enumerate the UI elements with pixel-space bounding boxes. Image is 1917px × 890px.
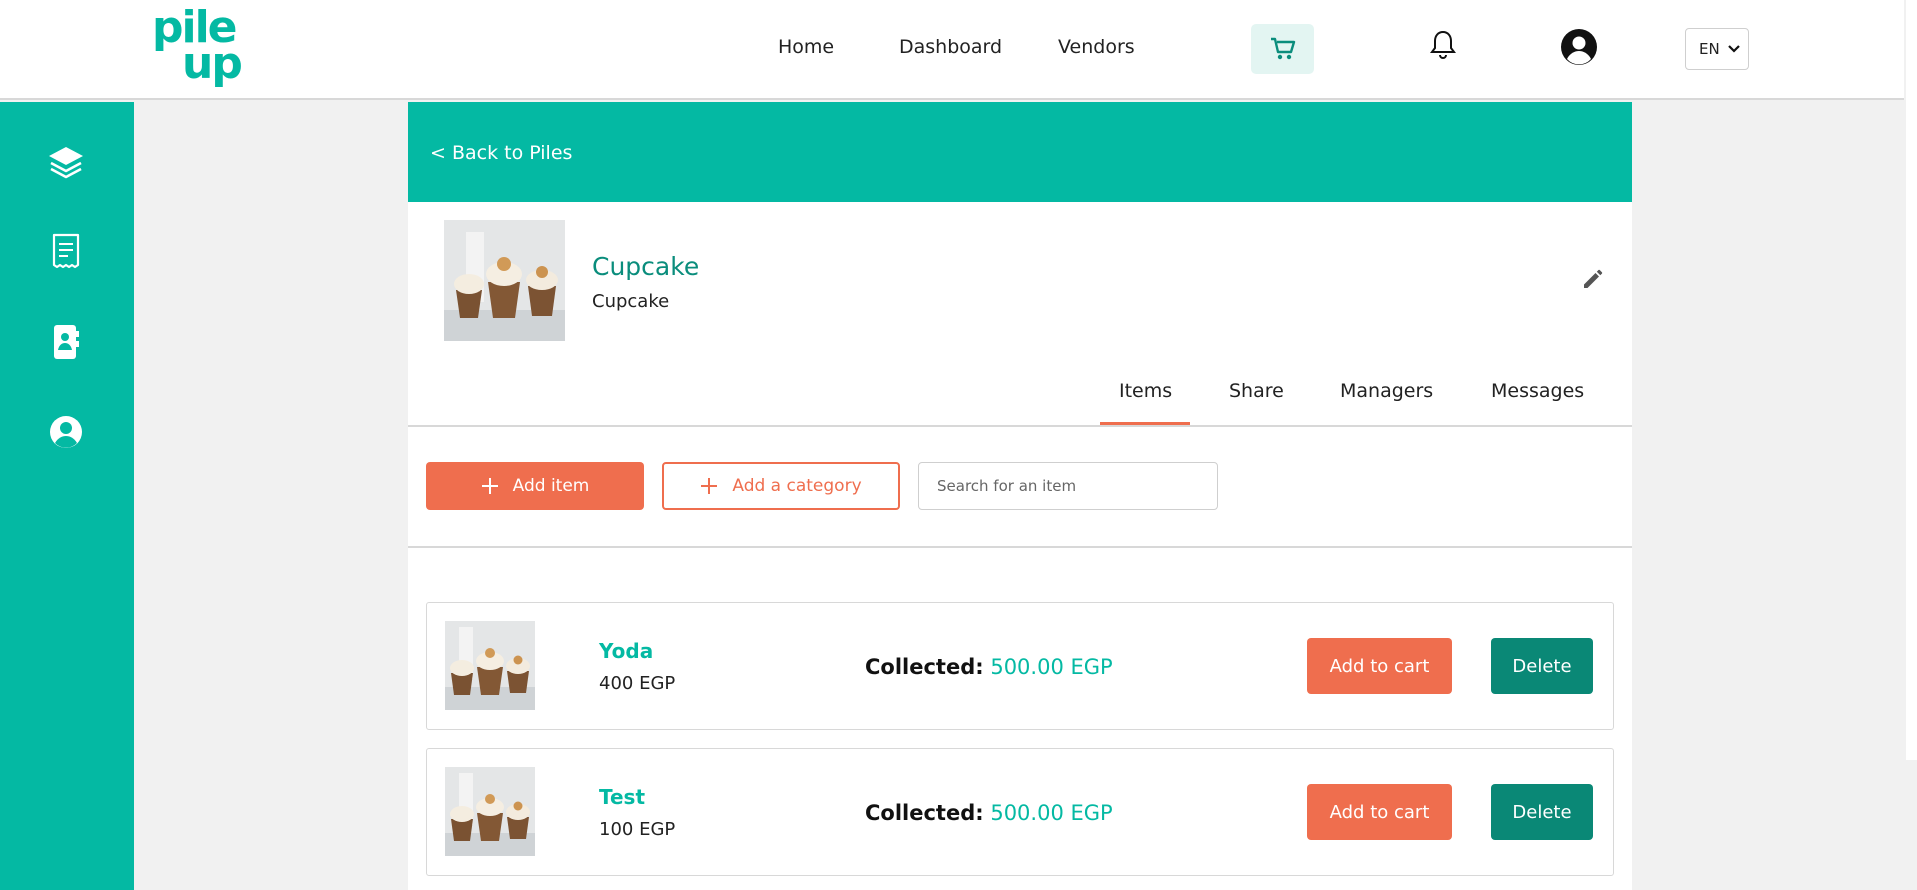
item-image [445, 767, 535, 856]
notifications-button[interactable] [1428, 28, 1458, 62]
item-name[interactable]: Test [599, 785, 645, 809]
back-to-piles-link[interactable]: < Back to Piles [430, 142, 572, 164]
delete-button[interactable]: Delete [1491, 784, 1593, 840]
item-image [445, 621, 535, 710]
item-price: 100 EGP [599, 819, 676, 840]
item-collected: Collected: 500.00 EGP [865, 801, 1113, 825]
nav-dashboard[interactable]: Dashboard [899, 36, 1002, 58]
collected-value: 500.00 EGP [990, 655, 1113, 679]
add-item-label: Add item [512, 476, 590, 496]
list-item: Test 100 EGP Collected: 500.00 EGP Add t… [426, 748, 1614, 876]
collected-value: 500.00 EGP [990, 801, 1113, 825]
contacts-book-icon [54, 325, 79, 359]
sidebar-item-orders[interactable] [44, 230, 88, 274]
top-navbar: pile up Home Dashboard Vendors EN [0, 0, 1904, 100]
pileup-logo[interactable]: pile up [152, 5, 252, 89]
add-category-button[interactable]: Add a category [662, 462, 900, 510]
sidebar-item-contacts[interactable] [44, 320, 88, 364]
plus-icon [701, 478, 718, 494]
item-price: 400 EGP [599, 673, 676, 694]
account-button[interactable] [1560, 28, 1598, 66]
user-circle-icon [50, 416, 82, 448]
chevron-down-icon [1727, 45, 1740, 53]
tab-managers[interactable]: Managers [1340, 380, 1433, 402]
add-to-cart-button[interactable]: Add to cart [1307, 784, 1452, 840]
layers-icon [49, 147, 83, 179]
sidebar-item-piles[interactable] [44, 140, 88, 184]
cart-button[interactable] [1251, 24, 1314, 74]
nav-vendors[interactable]: Vendors [1058, 36, 1135, 58]
pile-description: Cupcake [592, 291, 670, 312]
language-select[interactable]: EN [1685, 28, 1749, 70]
cart-icon [1270, 37, 1295, 60]
add-category-label: Add a category [732, 476, 862, 496]
add-item-button[interactable]: Add item [426, 462, 644, 510]
nav-home[interactable]: Home [778, 36, 834, 58]
pencil-icon [1584, 269, 1603, 288]
pile-image [444, 220, 565, 341]
list-item: Yoda 400 EGP Collected: 500.00 EGP Add t… [426, 602, 1614, 730]
actions-divider [408, 546, 1632, 548]
sidebar [0, 102, 134, 890]
tab-messages[interactable]: Messages [1491, 380, 1584, 402]
search-input[interactable] [918, 462, 1218, 510]
language-selected: EN [1699, 40, 1720, 58]
tab-items[interactable]: Items [1119, 380, 1172, 402]
bell-icon [1430, 30, 1456, 59]
pile-details-panel: < Back to Piles Cupcake Cupcake Items Sh… [408, 102, 1632, 890]
scrollbar-thumb[interactable] [1906, 0, 1917, 760]
plus-icon [481, 478, 498, 494]
tab-share[interactable]: Share [1229, 380, 1284, 402]
tabs-divider [408, 425, 1632, 427]
pile-title: Cupcake [592, 252, 700, 281]
logo-line-2: up [182, 38, 243, 89]
user-circle-icon [1561, 29, 1597, 65]
item-name[interactable]: Yoda [599, 639, 653, 663]
receipt-icon [52, 233, 80, 269]
collected-label: Collected: [865, 655, 984, 679]
item-collected: Collected: 500.00 EGP [865, 655, 1113, 679]
collected-label: Collected: [865, 801, 984, 825]
add-to-cart-button[interactable]: Add to cart [1307, 638, 1452, 694]
sidebar-item-profile[interactable] [44, 410, 88, 454]
pile-banner: < Back to Piles [408, 102, 1632, 202]
edit-pile-button[interactable] [1578, 264, 1608, 294]
delete-button[interactable]: Delete [1491, 638, 1593, 694]
